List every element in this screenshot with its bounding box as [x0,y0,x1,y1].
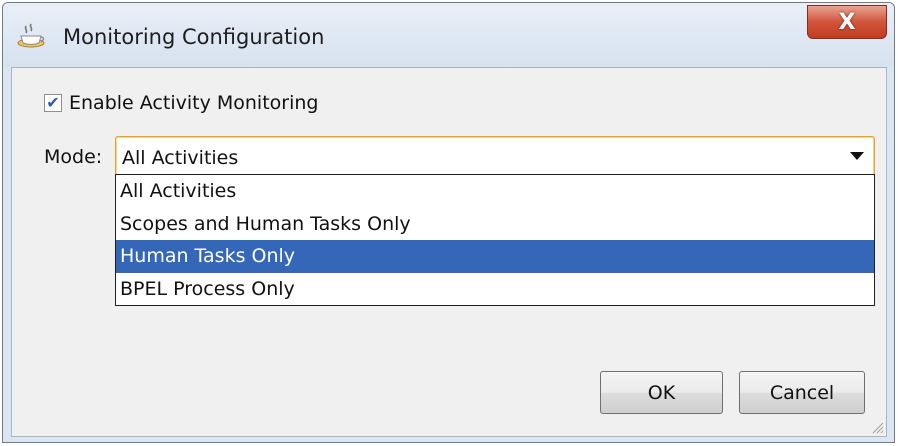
cancel-button[interactable]: Cancel [739,371,865,414]
enable-monitoring-checkbox[interactable]: ✔ [44,94,62,112]
coffee-cup-icon [17,23,45,48]
mode-dropdown-list: All Activities Scopes and Human Tasks On… [115,174,875,306]
dropdown-arrow-icon[interactable] [850,152,864,160]
enable-monitoring-row: ✔ Enable Activity Monitoring [44,92,318,114]
mode-select[interactable]: All Activities [115,136,875,176]
ok-button[interactable]: OK [600,371,723,414]
mode-select-value: All Activities [122,147,239,169]
mode-option-bpel-process[interactable]: BPEL Process Only [116,273,874,306]
checkmark-icon: ✔ [46,93,60,112]
window-title: Monitoring Configuration [63,25,325,49]
close-icon: X [838,9,856,35]
mode-label: Mode: [44,146,103,168]
resize-grip-icon[interactable] [868,418,884,434]
dialog-content: ✔ Enable Activity Monitoring Mode: All A… [11,67,887,437]
monitoring-configuration-dialog: Monitoring Configuration X ✔ Enable Acti… [2,2,895,443]
enable-monitoring-label[interactable]: Enable Activity Monitoring [69,92,318,114]
close-button[interactable]: X [807,5,887,39]
mode-option-human-tasks[interactable]: Human Tasks Only [116,240,874,273]
mode-option-all-activities[interactable]: All Activities [116,175,874,208]
mode-option-scopes-and-human-tasks[interactable]: Scopes and Human Tasks Only [116,208,874,241]
title-bar[interactable]: Monitoring Configuration X [3,3,894,67]
